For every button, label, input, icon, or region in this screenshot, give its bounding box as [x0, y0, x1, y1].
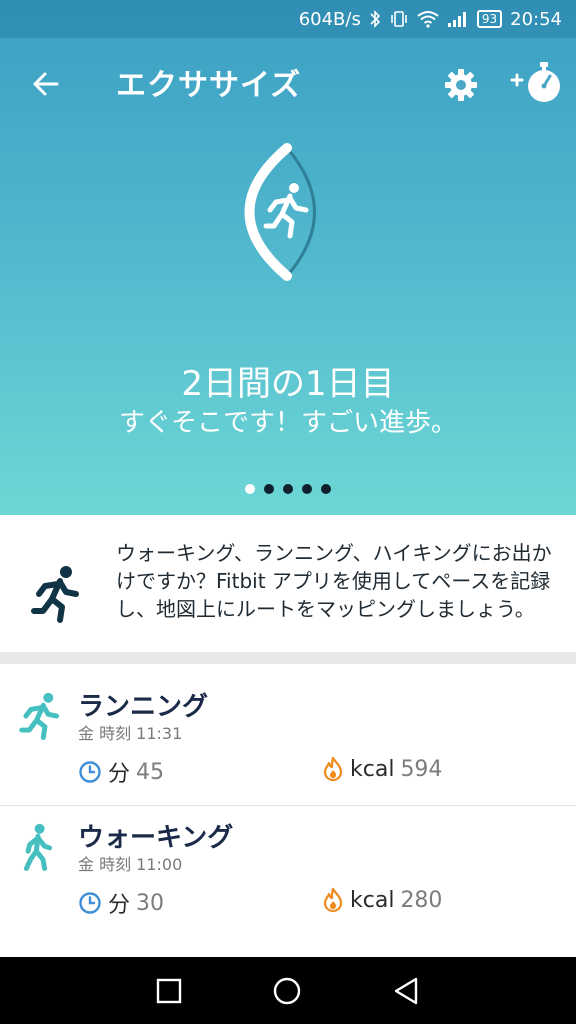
goal-progress-title: 2日間の1日目 [181, 364, 395, 404]
app-bar: エクササイズ [0, 44, 576, 120]
page-dot[interactable] [264, 484, 274, 494]
activity-name: ウォーキング [78, 823, 234, 853]
activity-row[interactable]: ウォーキング 金 時刻 11:00 分 30 kcal 280 [0, 807, 576, 957]
calories-value: 280 [400, 887, 443, 913]
flame-icon [323, 756, 343, 782]
home-icon[interactable] [272, 976, 302, 1006]
page-title: エクササイズ [116, 68, 302, 103]
back-button[interactable] [26, 64, 66, 104]
goal-progress-subtitle: すぐそこです！すごい進歩。 [118, 408, 457, 438]
vibrate-icon [389, 10, 409, 28]
activity-duration: 分 30 [78, 887, 164, 919]
hero-panel: 604B/s 93 20:54 エクササイズ 2日間の1日目 すぐそこです！すご… [0, 0, 576, 515]
goal-ring-marker [283, 272, 291, 280]
flame-icon [323, 887, 343, 913]
page-indicator [0, 484, 576, 494]
clock-time: 20:54 [510, 8, 562, 30]
duration-unit: 分 [108, 762, 131, 787]
duration-unit: 分 [108, 893, 131, 918]
calories-value: 594 [400, 756, 443, 782]
battery-indicator: 93 [476, 10, 503, 28]
settings-button[interactable] [440, 64, 482, 106]
add-exercise-timer-button[interactable] [510, 58, 566, 108]
activity-calories: kcal 594 [322, 756, 442, 782]
activity-name: ランニング [78, 692, 209, 722]
activity-calories: kcal 280 [322, 887, 442, 913]
running-activity-icon [19, 692, 60, 740]
duration-value: 30 [136, 890, 165, 916]
bluetooth-icon [369, 10, 381, 28]
activity-duration: 分 45 [78, 756, 164, 788]
add-timer-icon [510, 62, 560, 102]
gear-icon [445, 69, 477, 101]
page-dot[interactable] [283, 484, 293, 494]
activity-time: 金 時刻 11:00 [78, 855, 183, 874]
activity-row[interactable]: ランニング 金 時刻 11:31 分 45 kcal 594 [0, 676, 576, 806]
network-speed: 604B/s [298, 8, 361, 30]
gps-tip-text: ウォーキング、ランニング、ハイキングにお出かけですか？Fitbit アプリを使用… [116, 541, 552, 621]
gps-tip-card[interactable]: ウォーキング、ランニング、ハイキングにお出かけですか？Fitbit アプリを使用… [0, 515, 576, 664]
page-dot[interactable] [302, 484, 312, 494]
clock-icon [79, 761, 101, 783]
calories-unit: kcal [350, 756, 395, 782]
calories-unit: kcal [350, 887, 395, 913]
status-bar: 604B/s 93 20:54 [0, 0, 576, 38]
back-triangle-icon[interactable] [392, 976, 420, 1006]
page-dot[interactable] [321, 484, 331, 494]
walking-activity-icon [23, 823, 53, 871]
duration-value: 45 [136, 759, 165, 785]
battery-level: 93 [481, 12, 498, 26]
running-person-icon [31, 566, 79, 623]
clock-icon [79, 892, 101, 914]
goal-progress-ring [244, 143, 316, 281]
back-arrow-icon [33, 72, 59, 96]
system-nav-bar [0, 957, 576, 1024]
running-figure-icon [263, 183, 309, 239]
recent-apps-icon[interactable] [156, 978, 182, 1004]
page-dot[interactable] [245, 484, 255, 494]
activity-time: 金 時刻 11:31 [78, 724, 183, 743]
signal-icon [447, 10, 469, 28]
goal-ring-track [285, 147, 316, 277]
wifi-icon [417, 10, 439, 28]
